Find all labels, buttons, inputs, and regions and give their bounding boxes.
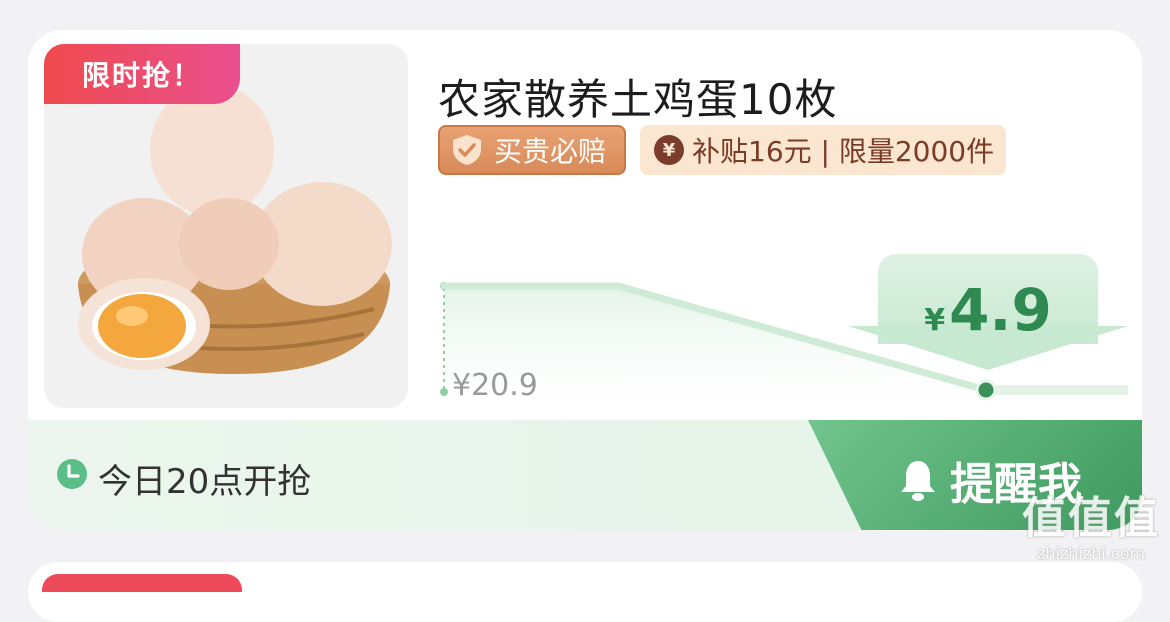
currency-symbol: ¥ — [924, 303, 946, 338]
original-price: ¥20.9 — [452, 368, 538, 403]
bell-icon — [901, 461, 935, 501]
next-flash-badge — [42, 574, 242, 592]
product-card[interactable]: 限时抢！ 农家散养土鸡蛋10枚 买贵必赔 ¥ 补贴16元 | 限量2000件 ¥… — [28, 30, 1142, 530]
clock-icon — [57, 459, 87, 489]
current-price-box: ¥4.9 — [848, 254, 1128, 370]
watermark-site: zhizhizhi.com — [1036, 544, 1146, 563]
next-product-card[interactable] — [28, 562, 1142, 622]
old-price-point — [440, 388, 448, 396]
current-price-point — [975, 379, 997, 401]
watermark-logo: 值值值 — [1022, 493, 1160, 544]
sale-start-time: 今日20点开抢 — [98, 462, 312, 502]
site-watermark: 值值值 zhizhizhi.com — [1016, 494, 1166, 578]
current-price: 4.9 — [949, 276, 1052, 344]
